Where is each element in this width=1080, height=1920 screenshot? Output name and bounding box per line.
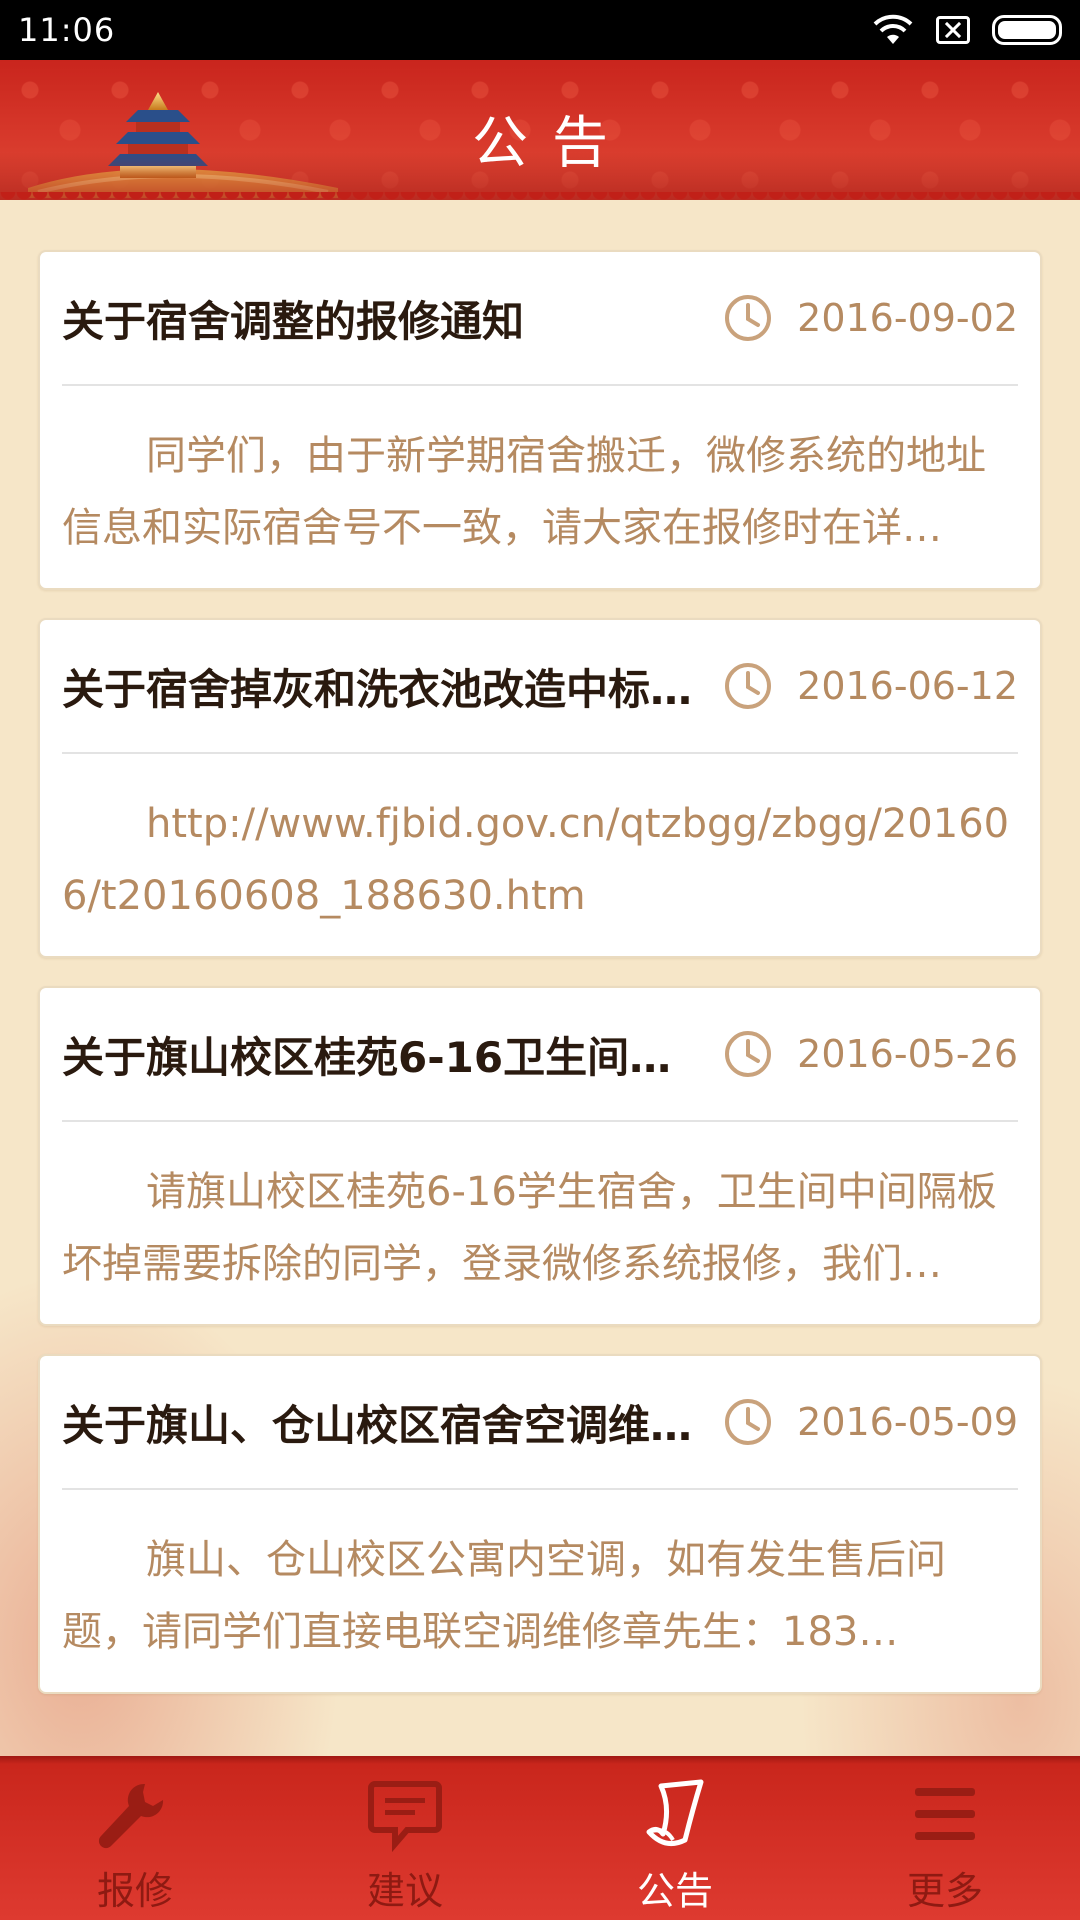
tab-suggestion[interactable]: 建议	[270, 1756, 540, 1920]
header-banner: 公告	[0, 60, 1080, 200]
notice-title: 关于宿舍掉灰和洗衣池改造中标…	[62, 664, 693, 714]
notice-date: 2016-06-12	[797, 664, 1018, 708]
card-divider	[62, 384, 1018, 386]
notice-scroll-icon	[646, 1779, 704, 1847]
notice-card[interactable]: 关于宿舍调整的报修通知 2016-09-02 同学们，由于新学期宿舍搬迁，微修系…	[38, 250, 1042, 590]
page-title: 公告	[472, 111, 632, 176]
chat-bubble-icon	[368, 1781, 442, 1852]
notice-excerpt: 旗山、仓山校区公寓内空调，如有发生售后问题，请同学们直接电联空调维修章先生：18…	[62, 1537, 946, 1655]
wifi-icon	[873, 14, 913, 44]
tab-label: 建议	[366, 1869, 443, 1913]
tab-repair[interactable]: 报修	[0, 1756, 270, 1920]
tab-more[interactable]: 更多	[810, 1756, 1080, 1920]
status-time: 11:06	[18, 11, 116, 49]
notice-title: 关于宿舍调整的报修通知	[62, 296, 525, 346]
notice-title: 关于旗山、仓山校区宿舍空调维…	[62, 1400, 693, 1450]
notice-header: 关于旗山、仓山校区宿舍空调维… 2016-05-09	[62, 1384, 1018, 1460]
notice-date: 2016-05-09	[797, 1400, 1018, 1444]
bottom-tab-bar: 报修 建议 公告 更多	[0, 1756, 1080, 1920]
card-divider	[62, 1488, 1018, 1490]
notice-date: 2016-09-02	[797, 296, 1018, 340]
notice-excerpt: http://www.fjbid.gov.cn/qtzbgg/zbgg/2016…	[62, 801, 1010, 919]
menu-icon	[915, 1788, 975, 1840]
clock-icon	[725, 1031, 772, 1077]
notice-title: 关于旗山校区桂苑6-16卫生间中…	[62, 1032, 714, 1082]
notice-header: 关于宿舍掉灰和洗衣池改造中标… 2016-06-12	[62, 648, 1018, 724]
notice-header: 关于宿舍调整的报修通知 2016-09-02	[62, 280, 1018, 356]
clock-icon	[725, 295, 772, 341]
card-divider	[62, 752, 1018, 754]
notice-header: 关于旗山校区桂苑6-16卫生间中… 2016-05-26	[62, 1016, 1018, 1092]
wrench-icon	[98, 1783, 164, 1849]
notice-card[interactable]: 关于旗山校区桂苑6-16卫生间中… 2016-05-26 请旗山校区桂苑6-16…	[38, 986, 1042, 1326]
tab-label: 公告	[636, 1869, 713, 1913]
clock-icon	[725, 663, 772, 709]
notice-date: 2016-05-26	[797, 1032, 1018, 1076]
tab-label: 报修	[96, 1869, 173, 1913]
notice-excerpt: 请旗山校区桂苑6-16学生宿舍，卫生间中间隔板坏掉需要拆除的同学，登录微修系统报…	[62, 1169, 997, 1287]
system-icons	[872, 14, 1062, 46]
no-sim-icon	[936, 16, 970, 44]
header-scallop-edge	[0, 192, 1080, 200]
notice-excerpt: 同学们，由于新学期宿舍搬迁，微修系统的地址信息和实际宿舍号不一致，请大家在报修时…	[62, 433, 986, 551]
notice-list[interactable]: 关于宿舍调整的报修通知 2016-09-02 同学们，由于新学期宿舍搬迁，微修系…	[0, 200, 1080, 1756]
notice-card[interactable]: 关于宿舍掉灰和洗衣池改造中标… 2016-06-12 http://www.fj…	[38, 618, 1042, 958]
tab-notice[interactable]: 公告	[540, 1756, 810, 1920]
tab-label: 更多	[906, 1869, 983, 1913]
clock-icon	[725, 1399, 772, 1445]
notice-card[interactable]: 关于旗山、仓山校区宿舍空调维… 2016-05-09 旗山、仓山校区公寓内空调，…	[38, 1354, 1042, 1694]
card-divider	[62, 1120, 1018, 1122]
status-bar: 11:06	[0, 0, 1080, 60]
battery-icon	[992, 15, 1062, 45]
